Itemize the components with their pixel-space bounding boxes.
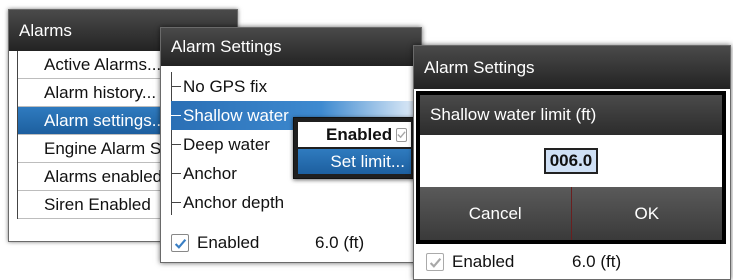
tree-item-label: Anchor depth <box>183 192 285 212</box>
checkmark-icon <box>429 257 441 268</box>
cancel-button[interactable]: Cancel <box>420 187 571 240</box>
popup-enabled-label: Enabled <box>326 124 393 144</box>
dialog-buttons: Cancel OK <box>420 187 722 240</box>
enabled-checkbox[interactable] <box>426 253 444 271</box>
enabled-value: 6.0 (ft) <box>315 233 365 252</box>
enabled-label: Enabled <box>197 233 260 252</box>
limit-value-input[interactable]: 006.0 <box>543 148 599 174</box>
tree-item-label: Shallow water <box>183 105 289 125</box>
shallow-water-popup: Enabled Set limit... <box>293 117 416 179</box>
enabled-value: 6.0 (ft) <box>572 252 622 271</box>
tree-item-label: No GPS fix <box>183 76 268 96</box>
enabled-label: Enabled <box>452 252 515 271</box>
alarm-settings-title: Alarm Settings <box>161 28 421 66</box>
shallow-water-limit-dialog: Shallow water limit (ft) 006.0 Cancel OK <box>416 91 726 244</box>
tree-item-label: Anchor <box>183 163 237 183</box>
tree-item-no-gps-fix[interactable]: No GPS fix <box>171 72 421 101</box>
limit-settings-title: Alarm Settings <box>414 46 730 89</box>
checkmark-icon <box>174 238 186 249</box>
popup-enabled-toggle[interactable]: Enabled <box>298 122 411 147</box>
limit-settings-window: Alarm Settings Shallow water limit (ft) … <box>413 45 731 280</box>
checkbox-icon <box>396 127 408 142</box>
dialog-title: Shallow water limit (ft) <box>420 95 722 135</box>
popup-set-limit-item[interactable]: Set limit... <box>298 149 411 174</box>
enabled-row: Enabled 6.0 (ft) <box>171 228 411 258</box>
enabled-row: Enabled 6.0 (ft) <box>426 246 716 278</box>
enabled-checkbox[interactable] <box>171 234 189 252</box>
ok-button[interactable]: OK <box>570 187 723 240</box>
tree-item-anchor-depth[interactable]: Anchor depth <box>171 188 421 217</box>
dialog-body: 006.0 <box>420 135 722 187</box>
tree-item-label: Deep water <box>183 134 270 154</box>
